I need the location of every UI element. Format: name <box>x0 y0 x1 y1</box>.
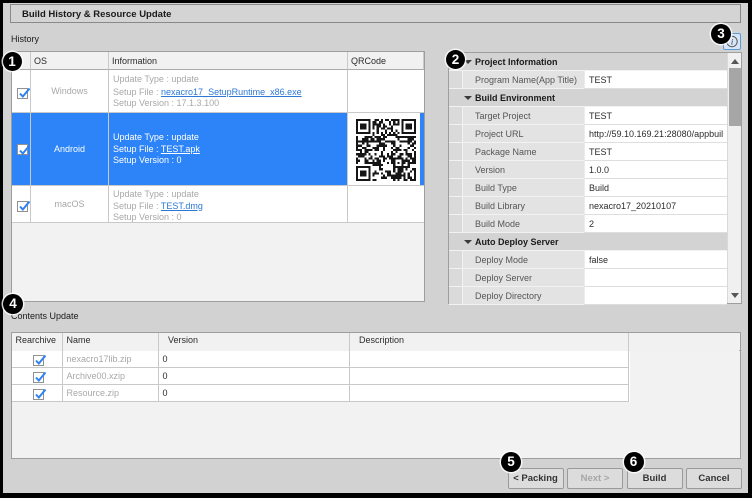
svg-text:i: i <box>731 36 734 46</box>
